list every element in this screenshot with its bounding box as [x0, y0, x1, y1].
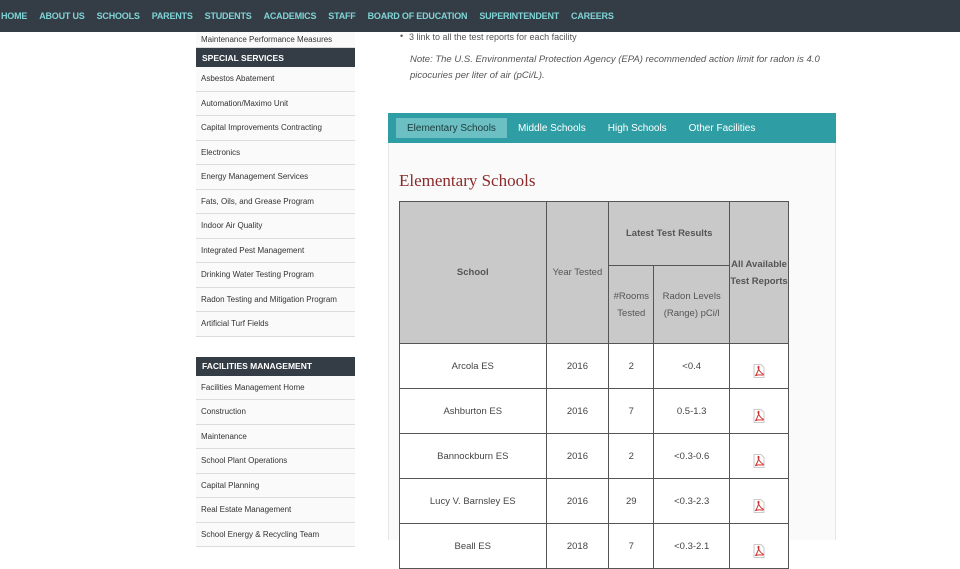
cell-school: Arcola ES — [399, 343, 547, 389]
main-content: 3 link to all the test reports for each … — [388, 31, 836, 569]
sidebar-item-maintenance[interactable]: Maintenance — [196, 424, 355, 449]
pdf-icon[interactable] — [753, 498, 765, 516]
cell-radon: 0.5-1.3 — [653, 388, 731, 434]
sidebar-item-school-energy-recycling[interactable]: School Energy & Recycling Team — [196, 522, 355, 547]
sidebar-item-capital-planning[interactable]: Capital Planning — [196, 473, 355, 498]
cell-reports — [729, 343, 789, 389]
sidebar-item-drinking-water-testing[interactable]: Drinking Water Testing Program — [196, 263, 355, 288]
cell-rooms: 29 — [608, 478, 655, 524]
nav-parents[interactable]: PARENTS — [152, 11, 193, 21]
table-row: Bannockburn ES 2016 2 <0.3-0.6 — [399, 433, 789, 479]
sidebar-item-facilities-management-home[interactable]: Facilities Management Home — [196, 375, 355, 400]
nav-academics[interactable]: ACADEMICS — [264, 11, 317, 21]
sidebar-item-electronics[interactable]: Electronics — [196, 140, 355, 165]
cell-year: 2018 — [545, 523, 610, 569]
header-rooms-tested: #Rooms Tested — [608, 265, 655, 344]
cell-year: 2016 — [545, 478, 610, 524]
cell-reports — [729, 433, 789, 479]
header-all-test-reports: All Available Test Reports — [729, 201, 789, 344]
pdf-icon[interactable] — [753, 408, 765, 426]
cell-reports — [729, 523, 789, 569]
nav-staff[interactable]: STAFF — [328, 11, 356, 21]
sidebar-item-energy-management[interactable]: Energy Management Services — [196, 165, 355, 190]
header-radon-levels: Radon Levels (Range) pCi/l — [653, 265, 731, 344]
bullet-text-label: 3 link to all the test reports for each … — [409, 32, 577, 42]
sidebar: Maintenance Performance Measures SPECIAL… — [196, 32, 355, 547]
pdf-icon[interactable] — [753, 453, 765, 471]
header-latest-test-results: Latest Test Results — [608, 201, 731, 266]
nav-students[interactable]: STUDENTS — [205, 11, 252, 21]
nav-board-of-education[interactable]: BOARD OF EDUCATION — [368, 11, 468, 21]
table-row: Beall ES 2018 7 <0.3-2.1 — [399, 523, 789, 569]
sidebar-heading-special-services: SPECIAL SERVICES — [196, 48, 355, 67]
nav-home[interactable]: HOME — [1, 11, 27, 21]
sidebar-item-integrated-pest-management[interactable]: Integrated Pest Management — [196, 238, 355, 263]
table-row: Arcola ES 2016 2 <0.4 — [399, 343, 789, 389]
cell-radon: <0.3-0.6 — [653, 433, 731, 479]
top-navigation: HOME ABOUT US SCHOOLS PARENTS STUDENTS A… — [0, 0, 960, 32]
cell-reports — [729, 478, 789, 524]
sidebar-item-real-estate-management[interactable]: Real Estate Management — [196, 498, 355, 523]
cell-school: Bannockburn ES — [399, 433, 547, 479]
cell-reports — [729, 388, 789, 434]
cell-school: Lucy V. Barnsley ES — [399, 478, 547, 524]
sidebar-item-automation[interactable]: Automation/Maximo Unit — [196, 91, 355, 116]
radon-results-table: School Year Tested Latest Test Results A… — [399, 201, 789, 569]
school-level-tabs: Elementary Schools Middle Schools High S… — [388, 113, 836, 143]
table-body: Arcola ES 2016 2 <0.4 Ashburton ES 2016 7 0.5-1… — [399, 343, 789, 569]
cell-school: Ashburton ES — [399, 388, 547, 434]
cell-school: Beall ES — [399, 523, 547, 569]
sidebar-item-indoor-air-quality[interactable]: Indoor Air Quality — [196, 214, 355, 239]
sidebar-item-artificial-turf[interactable]: Artificial Turf Fields — [196, 312, 355, 337]
sidebar-item-asbestos-abatement[interactable]: Asbestos Abatement — [196, 67, 355, 92]
cell-radon: <0.4 — [653, 343, 731, 389]
pdf-icon[interactable] — [753, 363, 765, 381]
section-title: Elementary Schools — [399, 171, 536, 190]
header-year-tested: Year Tested — [545, 201, 610, 344]
epa-note: Note: The U.S. Environmental Protection … — [410, 54, 820, 81]
nav-schools[interactable]: SCHOOLS — [97, 11, 140, 21]
table-row: Lucy V. Barnsley ES 2016 29 <0.3-2.3 — [399, 478, 789, 524]
cell-rooms: 2 — [608, 433, 655, 479]
cell-radon: <0.3-2.1 — [653, 523, 731, 569]
nav-careers[interactable]: CAREERS — [571, 11, 614, 21]
sidebar-item-school-plant-operations[interactable]: School Plant Operations — [196, 449, 355, 474]
sidebar-heading-facilities-management: FACILITIES MANAGEMENT — [196, 356, 355, 376]
cell-year: 2016 — [545, 433, 610, 479]
cell-radon: <0.3-2.3 — [653, 478, 731, 524]
sidebar-item-maintenance-performance-measures[interactable]: Maintenance Performance Measures — [196, 32, 355, 48]
cell-rooms: 7 — [608, 388, 655, 434]
sidebar-item-fats-oils-grease[interactable]: Fats, Oils, and Grease Program — [196, 189, 355, 214]
pdf-icon[interactable] — [753, 543, 765, 561]
tab-high-schools[interactable]: High Schools — [597, 118, 678, 138]
tab-middle-schools[interactable]: Middle Schools — [507, 118, 597, 138]
nav-superintendent[interactable]: SUPERINTENDENT — [479, 11, 559, 21]
sidebar-item-capital-improvements[interactable]: Capital Improvements Contracting — [196, 116, 355, 141]
tab-other-facilities[interactable]: Other Facilities — [678, 118, 767, 138]
sidebar-item-construction[interactable]: Construction — [196, 400, 355, 425]
nav-about-us[interactable]: ABOUT US — [39, 11, 85, 21]
table-row: Ashburton ES 2016 7 0.5-1.3 — [399, 388, 789, 434]
sidebar-item-radon-testing[interactable]: Radon Testing and Mitigation Program — [196, 287, 355, 312]
cell-rooms: 7 — [608, 523, 655, 569]
tab-panel: Elementary Schools School Year Tested La… — [388, 143, 836, 569]
cell-year: 2016 — [545, 388, 610, 434]
cell-year: 2016 — [545, 343, 610, 389]
tab-elementary-schools[interactable]: Elementary Schools — [396, 118, 507, 138]
cell-rooms: 2 — [608, 343, 655, 389]
bullet-text: 3 link to all the test reports for each … — [388, 31, 836, 42]
sidebar-spacer — [196, 336, 355, 357]
header-school: School — [399, 201, 547, 344]
